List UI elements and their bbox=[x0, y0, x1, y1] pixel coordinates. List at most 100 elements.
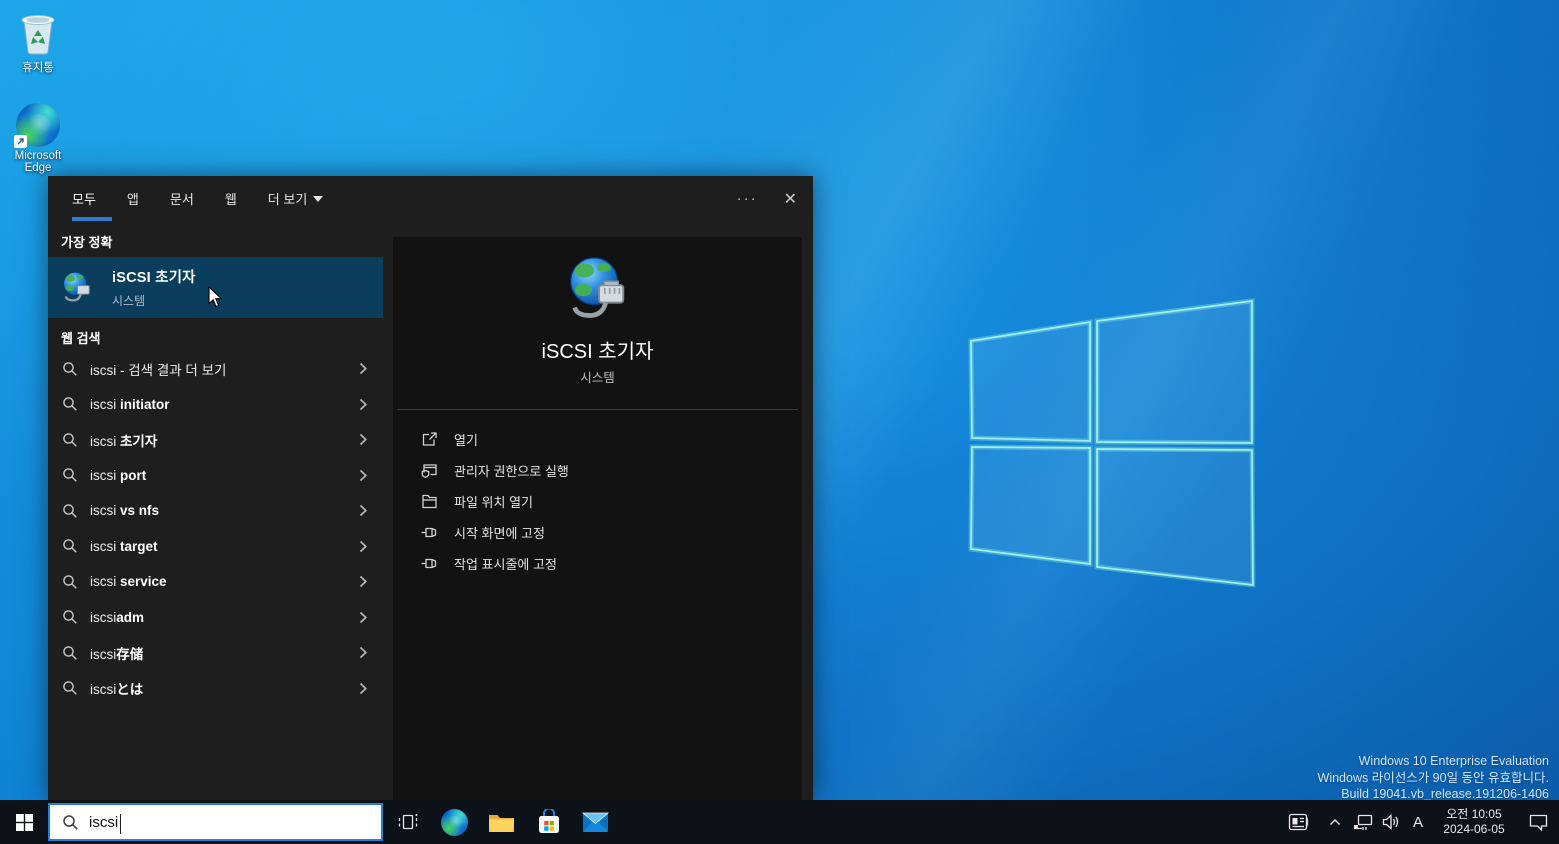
edge-label-line1: Microsoft bbox=[14, 150, 62, 162]
windows-start-icon bbox=[15, 813, 33, 831]
task-view-icon bbox=[398, 814, 417, 830]
search-icon bbox=[63, 610, 77, 625]
tab-more[interactable]: 더 보기 bbox=[268, 189, 324, 208]
search-icon bbox=[63, 539, 77, 554]
microsoft-store-button[interactable] bbox=[525, 800, 572, 844]
taskbar: A 오전 10:05 2024-06-05 bbox=[0, 800, 1559, 844]
best-match-subtitle: 시스템 bbox=[112, 294, 146, 308]
search-input[interactable] bbox=[89, 813, 329, 831]
system-tray: A 오전 10:05 2024-06-05 bbox=[1277, 800, 1559, 844]
suggestion-label: iscsi service bbox=[90, 574, 167, 590]
panel-controls: ··· ✕ bbox=[737, 189, 797, 209]
show-hidden-icons-button[interactable] bbox=[1321, 800, 1349, 844]
action-run-as-admin[interactable]: 관리자 권한으로 실행 bbox=[393, 455, 802, 486]
shortcut-arrow-icon bbox=[14, 135, 27, 148]
search-flyout-panel: iSCSI 초기자 시스템 열기 관리자 권한으로 실행 파일 위치 열기 시작… bbox=[48, 176, 813, 800]
action-pin-to-taskbar[interactable]: 작업 표시줄에 고정 bbox=[393, 548, 802, 579]
search-icon bbox=[63, 361, 77, 376]
action-center-button[interactable] bbox=[1517, 800, 1559, 844]
chevron-right-icon bbox=[359, 505, 367, 517]
chevron-right-icon bbox=[359, 576, 367, 588]
suggestion-see-more[interactable]: iscsi - 검색 결과 더 보기 bbox=[48, 351, 383, 387]
mail-button[interactable] bbox=[572, 800, 619, 844]
ethernet-network-icon bbox=[1354, 814, 1373, 830]
edge-icon bbox=[14, 103, 60, 148]
suggestion-label: iscsiadm bbox=[90, 609, 145, 625]
volume-button[interactable] bbox=[1377, 800, 1405, 844]
suggestion-iscsi-target[interactable]: iscsi target bbox=[48, 529, 383, 565]
tab-documents[interactable]: 문서 bbox=[170, 189, 194, 208]
search-icon bbox=[63, 814, 78, 830]
search-icon bbox=[63, 681, 77, 696]
watermark-line2: Windows 라이선스가 90일 동안 유효합니다. bbox=[1317, 770, 1549, 785]
web-search-header: 웹 검색 bbox=[61, 331, 101, 346]
clock-date: 2024-06-05 bbox=[1443, 822, 1505, 836]
chevron-up-icon bbox=[1330, 819, 1340, 825]
best-match-header: 가장 정확 bbox=[61, 235, 113, 250]
taskbar-clock[interactable]: 오전 10:05 2024-06-05 bbox=[1437, 807, 1511, 837]
search-icon bbox=[63, 645, 77, 660]
taskbar-app-buttons bbox=[384, 800, 619, 844]
suggestion-iscsiadm[interactable]: iscsiadm bbox=[48, 600, 383, 636]
suggestion-iscsi-towa[interactable]: iscsiとは bbox=[48, 671, 383, 707]
file-explorer-icon bbox=[489, 815, 514, 832]
network-status-button[interactable] bbox=[1349, 800, 1377, 844]
web-search-list: iscsi - 검색 결과 더 보기 iscsi initiator iscsi… bbox=[48, 351, 383, 706]
suggestion-label: iscsiとは bbox=[90, 682, 144, 698]
action-pin-to-start[interactable]: 시작 화면에 고정 bbox=[393, 517, 802, 548]
search-preview-pane: iSCSI 초기자 시스템 열기 관리자 권한으로 실행 파일 위치 열기 시작… bbox=[393, 237, 802, 800]
chevron-right-icon bbox=[359, 682, 367, 694]
recycle-bin-icon bbox=[21, 15, 55, 55]
action-open-file-location-label: 파일 위치 열기 bbox=[454, 495, 533, 510]
taskbar-search-box[interactable] bbox=[48, 803, 383, 841]
action-open-file-location[interactable]: 파일 위치 열기 bbox=[393, 486, 802, 517]
action-run-as-admin-label: 관리자 권한으로 실행 bbox=[454, 464, 569, 479]
edge-shortcut[interactable]: Microsoft Edge bbox=[2, 103, 74, 174]
speaker-icon bbox=[1382, 814, 1399, 830]
search-icon bbox=[63, 432, 77, 447]
windows-desktop: 휴지통 Microsoft Edge Windows 10 Enterprise… bbox=[0, 0, 1559, 844]
pin-to-taskbar-icon bbox=[421, 558, 437, 569]
edge-taskbar-button[interactable] bbox=[431, 800, 478, 844]
more-options-button[interactable]: ··· bbox=[737, 190, 758, 208]
task-view-button[interactable] bbox=[384, 800, 431, 844]
tab-web[interactable]: 웹 bbox=[225, 189, 237, 208]
mouse-cursor bbox=[208, 286, 223, 308]
best-match-title: iSCSI 초기자 bbox=[112, 270, 196, 286]
file-explorer-button[interactable] bbox=[478, 800, 525, 844]
watermark-line1: Windows 10 Enterprise Evaluation bbox=[1358, 754, 1549, 768]
suggestion-iscsi-service[interactable]: iscsi service bbox=[48, 564, 383, 600]
chevron-right-icon bbox=[359, 398, 367, 410]
active-tab-underline bbox=[72, 217, 112, 221]
file-location-icon bbox=[422, 494, 437, 509]
suggestion-iscsi-cuncu[interactable]: iscsi存储 bbox=[48, 635, 383, 671]
windows-logo-wallpaper bbox=[968, 298, 1256, 588]
news-widgets-button[interactable] bbox=[1277, 800, 1321, 844]
chevron-down-icon bbox=[313, 195, 324, 202]
start-button[interactable] bbox=[0, 800, 48, 844]
suggestion-label: iscsi存储 bbox=[90, 646, 144, 662]
close-button[interactable]: ✕ bbox=[784, 189, 797, 209]
chevron-right-icon bbox=[359, 647, 367, 659]
tab-all[interactable]: 모두 bbox=[72, 189, 96, 208]
action-open[interactable]: 열기 bbox=[393, 424, 802, 455]
open-icon bbox=[422, 432, 437, 446]
tab-apps[interactable]: 앱 bbox=[127, 189, 139, 208]
suggestion-iscsi-vs-nfs[interactable]: iscsi vs nfs bbox=[48, 493, 383, 529]
suggestion-iscsi-initiator[interactable]: iscsi initiator bbox=[48, 387, 383, 423]
ime-indicator[interactable]: A bbox=[1405, 800, 1431, 844]
preview-title: iSCSI 초기자 bbox=[541, 341, 654, 363]
newspaper-icon bbox=[1288, 813, 1309, 830]
suggestion-iscsi-chogija[interactable]: iscsi 초기자 bbox=[48, 422, 383, 458]
search-icon bbox=[63, 574, 77, 589]
suggestion-iscsi-port[interactable]: iscsi port bbox=[48, 458, 383, 494]
action-pin-to-start-label: 시작 화면에 고정 bbox=[454, 526, 545, 541]
preview-subtitle: 시스템 bbox=[580, 371, 615, 385]
search-icon bbox=[63, 468, 77, 483]
iscsi-initiator-icon bbox=[63, 272, 90, 302]
edge-label-line2: Edge bbox=[24, 162, 52, 174]
mail-icon bbox=[582, 812, 609, 832]
text-caret bbox=[120, 814, 121, 834]
chevron-right-icon bbox=[359, 363, 367, 375]
recycle-bin-shortcut[interactable]: 휴지통 bbox=[2, 8, 74, 75]
